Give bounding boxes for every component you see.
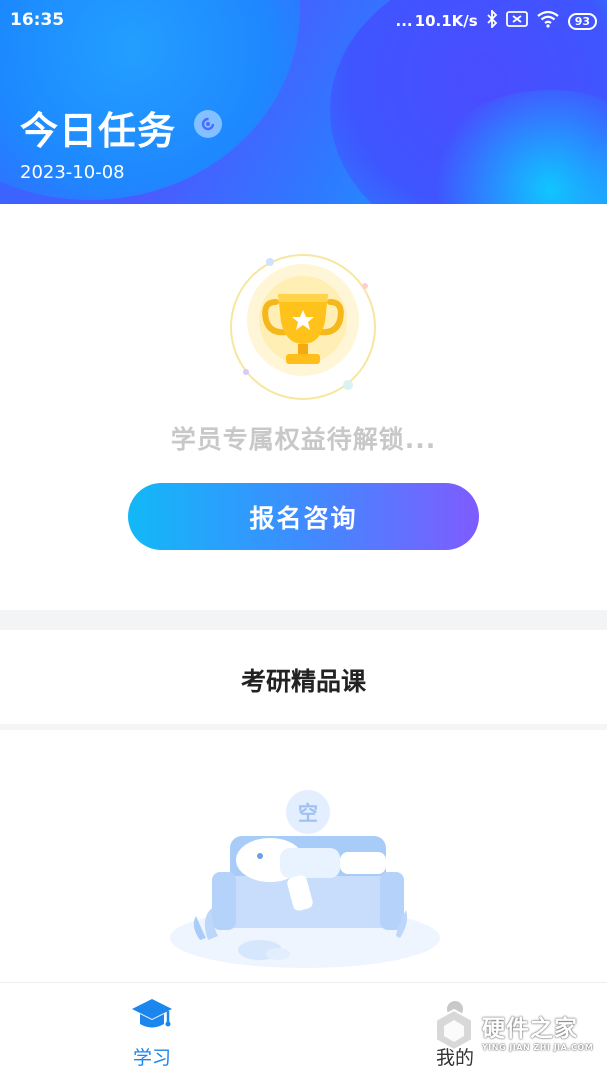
watermark-logo-icon — [435, 1008, 473, 1052]
page-title: 今日任务 — [20, 109, 177, 153]
enroll-consult-button[interactable]: 报名咨询 — [128, 483, 479, 550]
refresh-icon[interactable] — [194, 110, 222, 138]
date-label: 2023-10-08 — [20, 162, 125, 183]
wifi-icon — [536, 10, 560, 32]
watermark: 硬件之家 YING JIAN ZHI JIA.COM — [432, 1000, 607, 1060]
header-banner: 16:35 ... 10.1K/s 93 今日任务 2023-10-08 — [0, 0, 607, 204]
watermark-en: YING JIAN ZHI JIA.COM — [482, 1042, 594, 1052]
status-icons: ... 10.1K/s 93 — [395, 8, 597, 32]
battery-icon: 93 — [567, 12, 597, 30]
trophy-illustration — [228, 252, 378, 402]
bluetooth-icon — [486, 8, 498, 32]
nav-label-study: 学习 — [132, 1047, 171, 1069]
sim-icon — [505, 11, 528, 31]
section-separator — [0, 724, 607, 730]
network-speed: 10.1K/s — [414, 12, 478, 30]
watermark-cn: 硬件之家 — [482, 1015, 578, 1042]
empty-badge-text: 空 — [298, 801, 318, 825]
signal-dots: ... — [395, 12, 413, 30]
trophy-icon — [230, 254, 376, 400]
nav-tab-study[interactable]: 学习 — [92, 997, 212, 1070]
graduation-cap-icon — [130, 997, 174, 1037]
section-title: 考研精品课 — [240, 667, 366, 696]
locked-benefits-hint: 学员专属权益待解锁... — [170, 425, 437, 454]
section-divider — [0, 610, 607, 630]
status-time: 16:35 — [10, 10, 65, 30]
status-bar: 16:35 ... 10.1K/s 93 — [0, 0, 607, 40]
empty-state-illustration: 空 — [160, 790, 450, 980]
